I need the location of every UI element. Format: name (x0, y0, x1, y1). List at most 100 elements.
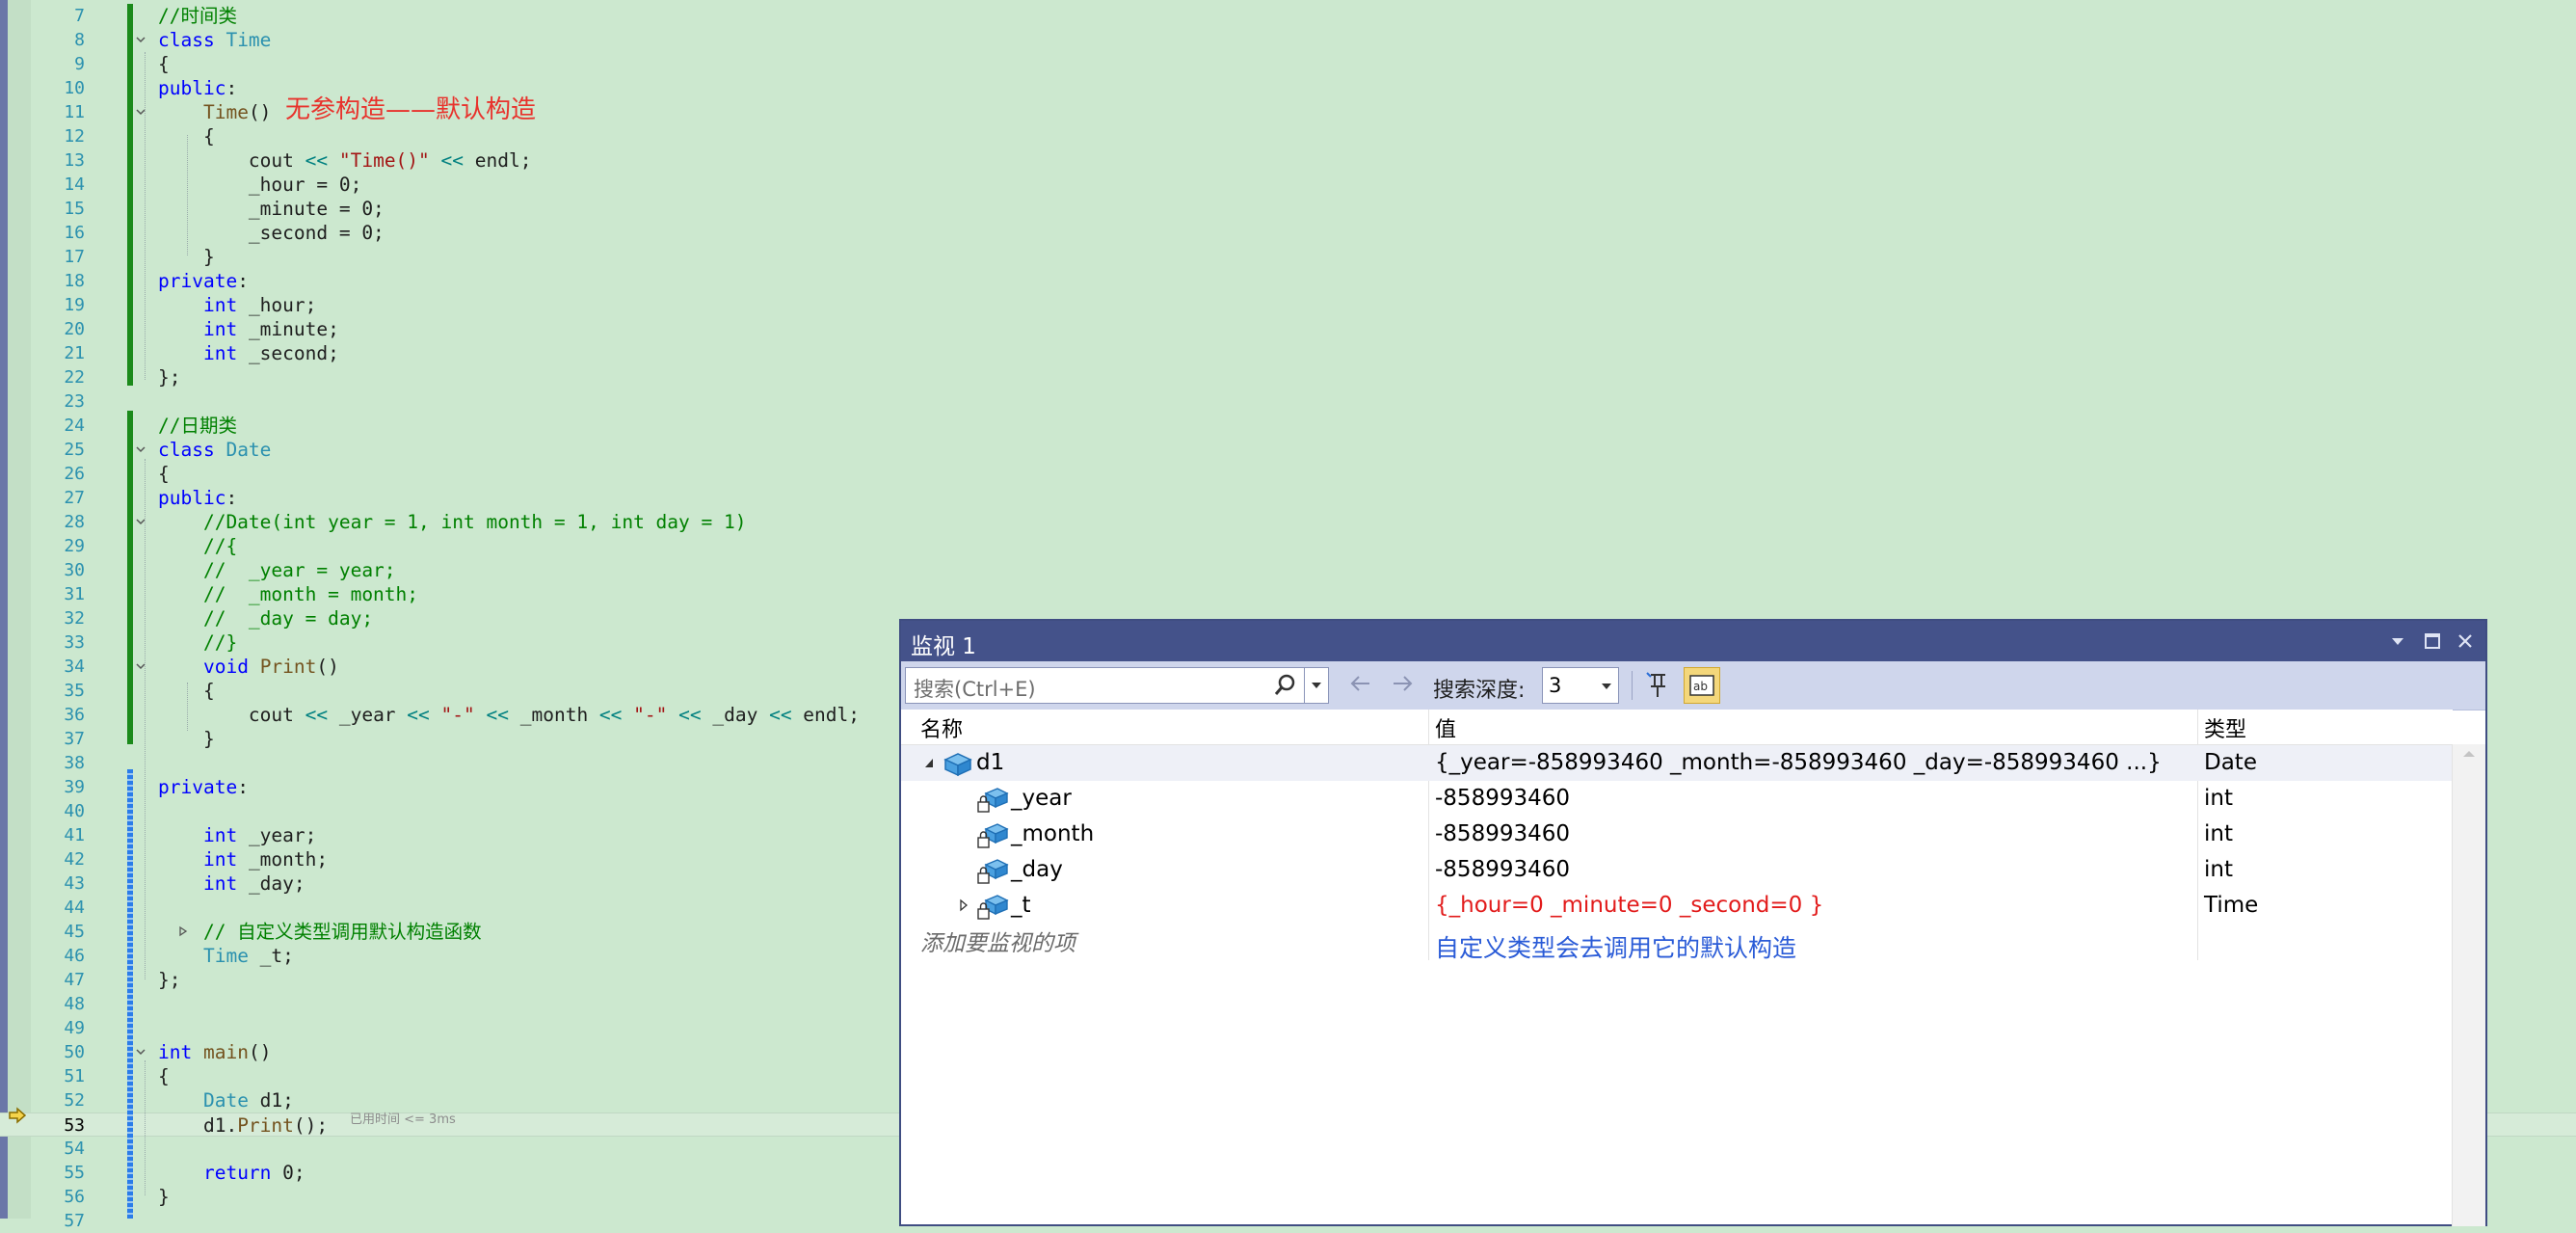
column-header-name[interactable]: 名称 (920, 712, 963, 747)
code-text[interactable]: d1.Print(); (158, 1113, 328, 1138)
add-watch-row[interactable]: 添加要监视的项 自定义类型会去调用它的默认构造 (901, 926, 2453, 962)
code-text[interactable]: return 0; (158, 1161, 305, 1185)
watch-name[interactable]: _month (1011, 817, 1094, 852)
watch-value[interactable]: {_hour=0 _minute=0 _second=0 } (1435, 888, 1823, 924)
watch-value[interactable]: {_year=-858993460 _month=-858993460 _day… (1435, 745, 2162, 781)
code-line[interactable]: 18 private: (0, 269, 2576, 293)
watch-title-bar[interactable]: 监视 1 (901, 621, 2485, 661)
code-line[interactable]: 14 _hour = 0; (0, 173, 2576, 197)
code-text[interactable]: Time() (158, 100, 271, 124)
code-line[interactable]: 20 int _minute; (0, 317, 2576, 341)
collapse-fold-icon[interactable] (135, 34, 146, 45)
column-header-type[interactable]: 类型 (2204, 712, 2246, 747)
code-text[interactable]: int _month; (158, 847, 328, 871)
code-text[interactable]: //时间类 (158, 4, 237, 28)
code-line[interactable]: 17 } (0, 245, 2576, 269)
code-line[interactable]: 12 { (0, 124, 2576, 148)
hex-display-toggle-button[interactable]: ab (1684, 667, 1720, 704)
code-line[interactable]: 13 cout << "Time()" << endl; (0, 148, 2576, 173)
watch-window[interactable]: 监视 1 搜索(Ctrl+E) 搜索深度: 3 ab 名称 值 类型 d1 {_… (899, 619, 2487, 1226)
watch-value[interactable]: -858993460 (1435, 852, 1570, 888)
code-line[interactable]: 16 _second = 0; (0, 221, 2576, 245)
code-line[interactable]: 24 //日期类 (0, 414, 2576, 438)
code-text[interactable]: public: (158, 76, 237, 100)
collapse-fold-icon[interactable] (135, 443, 146, 455)
search-dropdown-icon[interactable] (1304, 668, 1328, 703)
code-text[interactable]: int _minute; (158, 317, 339, 341)
code-text[interactable]: // _day = day; (158, 606, 373, 630)
watch-value[interactable]: -858993460 (1435, 817, 1570, 852)
code-line[interactable]: 21 int _second; (0, 341, 2576, 365)
code-line[interactable]: 7 //时间类 (0, 4, 2576, 28)
code-line[interactable]: 30 // _year = year; (0, 558, 2576, 582)
code-text[interactable]: private: (158, 269, 249, 293)
code-text[interactable]: // _year = year; (158, 558, 396, 582)
code-text[interactable]: { (158, 462, 170, 486)
code-line[interactable]: 22}; (0, 365, 2576, 389)
code-text[interactable]: int _hour; (158, 293, 316, 317)
watch-name[interactable]: _year (1011, 781, 1072, 817)
code-line[interactable]: 31 // _month = month; (0, 582, 2576, 606)
watch-row[interactable]: _day -858993460 int (901, 852, 2453, 888)
code-text[interactable]: _minute = 0; (158, 197, 385, 221)
watch-name[interactable]: _t (1011, 888, 1031, 924)
collapse-fold-icon[interactable] (135, 1046, 146, 1058)
window-menu-icon[interactable] (2383, 627, 2412, 656)
code-text[interactable]: class Date (158, 438, 271, 462)
code-text[interactable]: public: (158, 486, 237, 510)
code-text[interactable]: _hour = 0; (158, 173, 361, 197)
code-line[interactable]: 23 (0, 389, 2576, 414)
watch-value[interactable]: -858993460 (1435, 781, 1570, 817)
code-text[interactable]: void Print() (158, 655, 339, 679)
code-text[interactable]: int _day; (158, 871, 305, 896)
vertical-scrollbar[interactable] (2452, 744, 2485, 1226)
code-line[interactable]: 29 //{ (0, 534, 2576, 558)
search-input[interactable]: 搜索(Ctrl+E) (905, 667, 1329, 704)
code-text[interactable]: //} (158, 630, 237, 655)
pin-filter-button[interactable] (1639, 667, 1676, 704)
code-text[interactable]: class Time (158, 28, 271, 52)
code-line[interactable]: 26 { (0, 462, 2576, 486)
watch-row[interactable]: _year -858993460 int (901, 781, 2453, 817)
code-text[interactable]: //{ (158, 534, 237, 558)
code-text[interactable]: { (158, 1064, 170, 1088)
forward-arrow-icon[interactable] (1388, 669, 1417, 705)
code-text[interactable]: Time _t; (158, 944, 294, 968)
close-icon[interactable] (2451, 627, 2480, 656)
code-line[interactable]: 15 _minute = 0; (0, 197, 2576, 221)
code-text[interactable]: }; (158, 365, 180, 389)
add-watch-placeholder[interactable]: 添加要监视的项 (920, 926, 1076, 962)
code-line[interactable]: 19 int _hour; (0, 293, 2576, 317)
code-text[interactable]: //日期类 (158, 414, 237, 438)
code-text[interactable]: //Date(int year = 1, int month = 1, int … (158, 510, 747, 534)
collapse-row-icon[interactable] (922, 745, 936, 781)
code-text[interactable]: int _year; (158, 823, 316, 847)
code-text[interactable]: // _month = month; (158, 582, 418, 606)
watch-row[interactable]: d1 {_year=-858993460 _month=-858993460 _d… (901, 745, 2453, 781)
code-line[interactable]: 28 //Date(int year = 1, int month = 1, i… (0, 510, 2576, 534)
code-text[interactable]: // 自定义类型调用默认构造函数 (158, 920, 482, 944)
search-icon[interactable] (1272, 672, 1299, 699)
watch-name[interactable]: d1 (976, 745, 1004, 781)
column-header-value[interactable]: 值 (1435, 712, 1456, 747)
code-text[interactable]: } (158, 1185, 170, 1209)
code-text[interactable]: _second = 0; (158, 221, 385, 245)
code-text[interactable]: int _second; (158, 341, 339, 365)
code-line[interactable]: 27 public: (0, 486, 2576, 510)
watch-name[interactable]: _day (1011, 852, 1063, 888)
code-text[interactable]: cout << "Time()" << endl; (158, 148, 532, 173)
watch-row[interactable]: _month -858993460 int (901, 817, 2453, 852)
maximize-icon[interactable] (2418, 627, 2447, 656)
watch-row[interactable]: _t {_hour=0 _minute=0 _second=0 } Time (901, 888, 2453, 924)
search-depth-select[interactable]: 3 (1542, 667, 1619, 704)
code-text[interactable]: Date d1; (158, 1088, 294, 1112)
code-text[interactable]: private: (158, 775, 249, 799)
code-text[interactable]: int main() (158, 1040, 271, 1064)
code-text[interactable]: cout << _year << "-" << _month << "-" <<… (158, 703, 860, 727)
back-arrow-icon[interactable] (1346, 669, 1375, 705)
code-text[interactable]: { (158, 52, 170, 76)
expand-row-icon[interactable] (957, 888, 970, 924)
code-line[interactable]: 25 class Date (0, 438, 2576, 462)
code-line[interactable]: 9{ (0, 52, 2576, 76)
code-text[interactable]: }; (158, 968, 180, 992)
